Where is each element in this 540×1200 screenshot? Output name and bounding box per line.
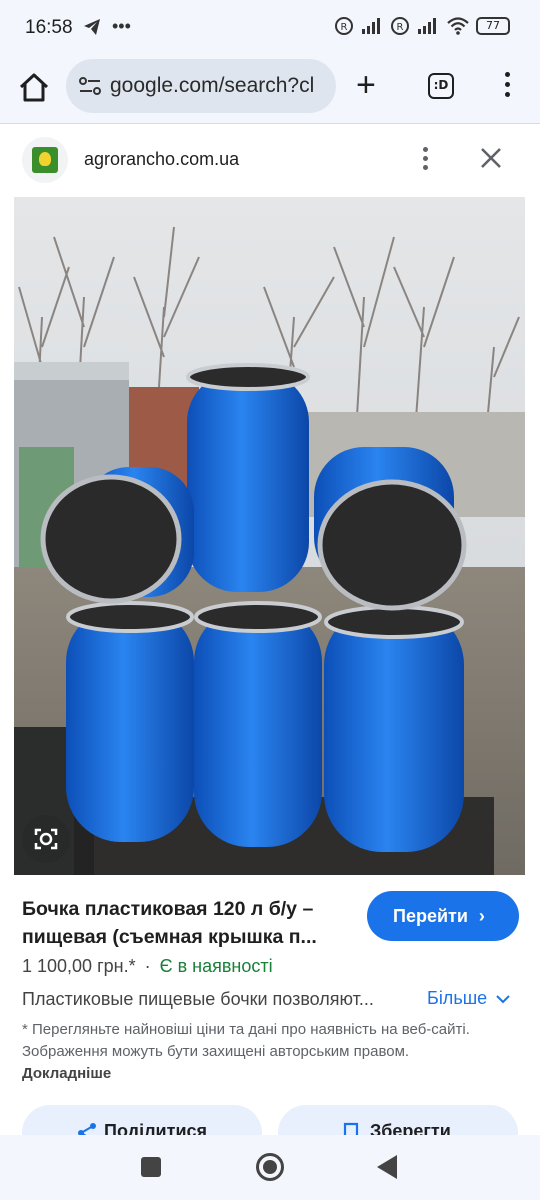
disclaimer-text: * Перегляньте найновіші ціни та дані про…	[22, 1021, 470, 1060]
barrels-photo	[14, 197, 525, 875]
home-icon[interactable]	[16, 70, 52, 106]
lens-icon[interactable]	[22, 815, 70, 863]
chevron-down-icon	[496, 995, 510, 1004]
status-time: 16:58	[25, 17, 73, 38]
tabs-icon[interactable]: :D	[428, 73, 454, 99]
site-name[interactable]: agrorancho.com.ua	[84, 149, 239, 170]
home-button[interactable]	[256, 1153, 284, 1181]
registered-icon: R	[335, 17, 353, 35]
more-link[interactable]: Більше	[427, 988, 510, 1009]
status-notification-icons: •••	[82, 17, 131, 37]
url-text: google.com/search?cl	[110, 74, 315, 97]
status-bar: 16:58 ••• R R 77	[0, 0, 540, 56]
battery-indicator: 77	[476, 17, 510, 35]
wifi-icon	[447, 17, 469, 35]
signal-icon	[418, 18, 436, 34]
address-bar[interactable]: google.com/search?cl	[66, 59, 336, 113]
price: 1 100,00 грн.*	[22, 956, 136, 976]
image-result-panel: agrorancho.com.ua Бочка пластиковая 120 …	[0, 125, 540, 1135]
bookmark-icon	[343, 1122, 359, 1135]
new-tab-button[interactable]: +	[356, 68, 376, 102]
menu-icon[interactable]	[500, 72, 514, 102]
more-link-label: Більше	[427, 988, 488, 1008]
learn-more-link[interactable]: Докладніше	[22, 1065, 111, 1082]
disclaimer: * Перегляньте найновіші ціни та дані про…	[22, 1019, 482, 1085]
browser-toolbar: google.com/search?cl + :D	[0, 56, 540, 124]
recents-button[interactable]	[141, 1157, 161, 1177]
svg-text:R: R	[397, 22, 404, 33]
share-button-label: Поділитися	[104, 1121, 208, 1135]
tune-icon[interactable]	[78, 75, 102, 97]
site-header: agrorancho.com.ua	[0, 125, 540, 195]
result-description: Пластиковые пищевые бочки позволяют...	[22, 989, 374, 1009]
availability-status: Є в наявності	[159, 956, 273, 976]
registered-icon: R	[391, 17, 409, 35]
separator: ·	[144, 956, 151, 976]
price-row: 1 100,00 грн.* · Є в наявності	[22, 956, 273, 977]
share-button[interactable]: Поділитися	[22, 1105, 262, 1135]
save-button[interactable]: Зберегти	[278, 1105, 518, 1135]
telegram-icon	[84, 19, 100, 35]
share-icon	[78, 1123, 96, 1135]
more-notifications-icon: •••	[112, 16, 131, 36]
save-button-label: Зберегти	[370, 1121, 451, 1135]
visit-button[interactable]: Перейти ›	[367, 891, 519, 941]
back-button[interactable]	[377, 1155, 397, 1179]
site-favicon	[22, 137, 68, 183]
status-system-icons: R R 77	[334, 16, 510, 36]
more-vert-icon[interactable]	[420, 147, 430, 175]
visit-button-label: Перейти	[393, 906, 468, 926]
chevron-right-icon: ›	[478, 906, 485, 926]
system-nav-bar	[0, 1135, 540, 1200]
result-title[interactable]: Бочка пластиковая 120 л б/у – пищевая (с…	[22, 895, 352, 951]
svg-text:R: R	[341, 22, 348, 33]
signal-icon	[362, 18, 380, 34]
result-image[interactable]	[14, 197, 525, 875]
agrorancho-logo	[32, 147, 58, 173]
close-icon[interactable]	[478, 145, 504, 171]
